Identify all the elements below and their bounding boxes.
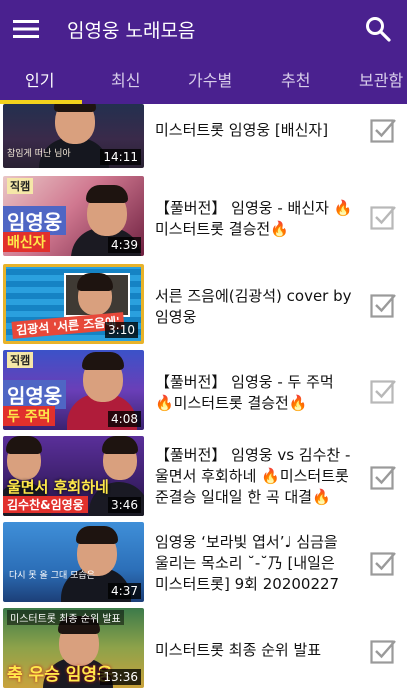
video-title[interactable]: 【풀버전】 임영웅 - 배신자 🔥미스터트롯 결승전🔥 — [155, 198, 353, 240]
video-duration: 14:11 — [100, 149, 141, 165]
thumbnail-subcaption: 두 주먹 — [3, 406, 55, 426]
thumbnail-lyric-text: 다시 못 올 그대 모습은 — [9, 571, 95, 581]
video-title[interactable]: 서른 즈음에(김광석) cover by 임영웅 — [155, 286, 353, 328]
video-title[interactable]: 【풀버전】 임영웅 - 두 주먹 🔥미스터트롯 결승전🔥 — [155, 372, 353, 414]
checkbox-icon[interactable] — [370, 638, 396, 664]
video-duration: 13:36 — [100, 669, 141, 685]
video-title[interactable]: 미스터트롯 최종 순위 발표 — [155, 640, 353, 661]
tab-bar: 인기 최신 가수별 추천 보관함 — [0, 58, 407, 104]
checkbox-icon[interactable] — [370, 464, 396, 490]
thumbnail-caption: 임영웅 — [3, 206, 67, 235]
tab-library[interactable]: 보관함 — [359, 58, 403, 104]
hamburger-menu-icon[interactable] — [0, 0, 52, 58]
thumbnail-tag: 직캠 — [7, 178, 34, 194]
tab-recommended[interactable]: 추천 — [281, 58, 310, 104]
thumbnail-subcaption: 김수찬&임영웅 — [3, 496, 88, 513]
checkbox-icon[interactable] — [370, 378, 396, 404]
video-row[interactable]: 직캠 임영웅 배신자 4:39 【풀버전】 임영웅 - 배신자 🔥미스터트롯 결… — [0, 176, 407, 262]
video-row[interactable]: 다시 못 올 그대 모습은 4:37 임영웅 ‘보라빛 엽서’♩ 심금을 울리는… — [0, 522, 407, 608]
video-thumbnail[interactable]: 참임게 떠난 님아 14:11 — [3, 104, 144, 168]
video-row[interactable]: 울면서 후회하네 김수찬&임영웅 3:46 【풀버전】 임영웅 vs 김수찬 -… — [0, 436, 407, 522]
video-thumbnail[interactable]: 미스터트롯 최종 순위 발표 축 우승 임영웅 13:36 — [3, 608, 144, 688]
checkbox-icon[interactable] — [370, 550, 396, 576]
tab-by-singer[interactable]: 가수별 — [188, 58, 232, 104]
search-icon[interactable] — [349, 0, 407, 58]
thumbnail-tag: 미스터트롯 최종 순위 발표 — [7, 610, 124, 625]
thumbnail-subcaption: 배신자 — [3, 232, 50, 252]
video-thumbnail[interactable]: 김광석 '서른 즈음에' 3:10 — [3, 264, 144, 344]
app-bar: 임영웅 노래모음 — [0, 0, 407, 58]
video-thumbnail[interactable]: 직캠 임영웅 배신자 4:39 — [3, 176, 144, 256]
app-title: 임영웅 노래모음 — [67, 19, 196, 42]
video-row[interactable]: 직캠 임영웅 두 주먹 4:08 【풀버전】 임영웅 - 두 주먹 🔥미스터트롯… — [0, 350, 407, 436]
tab-popular[interactable]: 인기 — [25, 58, 54, 104]
checkbox-icon[interactable] — [370, 292, 396, 318]
thumbnail-lyric-text: 참임게 떠난 님아 — [7, 149, 71, 159]
video-duration: 3:10 — [105, 322, 138, 338]
video-row[interactable]: 김광석 '서른 즈음에' 3:10 서른 즈음에(김광석) cover by 임… — [0, 264, 407, 350]
video-title[interactable]: 【풀버전】 임영웅 vs 김수찬 - 울면서 후회하네 🔥미스터트롯 준결승 일… — [155, 445, 353, 508]
video-thumbnail[interactable]: 다시 못 올 그대 모습은 4:37 — [3, 522, 144, 602]
video-title[interactable]: 임영웅 ‘보라빛 엽서’♩ 심금을 울리는 목소리 ˘-˘乃 [내일은 미스터트… — [155, 532, 353, 595]
video-duration: 4:08 — [108, 411, 141, 427]
video-row[interactable]: 미스터트롯 최종 순위 발표 축 우승 임영웅 13:36 미스터트롯 최종 순… — [0, 608, 407, 693]
video-duration: 4:37 — [108, 583, 141, 599]
thumbnail-tag: 직캠 — [7, 352, 34, 368]
tab-latest[interactable]: 최신 — [111, 58, 140, 104]
video-thumbnail[interactable]: 울면서 후회하네 김수찬&임영웅 3:46 — [3, 436, 144, 516]
checkbox-icon[interactable] — [370, 117, 396, 143]
video-thumbnail[interactable]: 직캠 임영웅 두 주먹 4:08 — [3, 350, 144, 430]
video-duration: 3:46 — [108, 497, 141, 513]
video-duration: 4:39 — [108, 237, 141, 253]
thumbnail-caption: 울면서 후회하네 — [7, 478, 109, 496]
video-list[interactable]: 참임게 떠난 님아 14:11 미스터트롯 임영웅 [배신자] 직캠 임영웅 배… — [0, 104, 407, 693]
thumbnail-caption: 임영웅 — [3, 380, 67, 409]
checkbox-icon[interactable] — [370, 204, 396, 230]
video-title[interactable]: 미스터트롯 임영웅 [배신자] — [155, 120, 353, 141]
